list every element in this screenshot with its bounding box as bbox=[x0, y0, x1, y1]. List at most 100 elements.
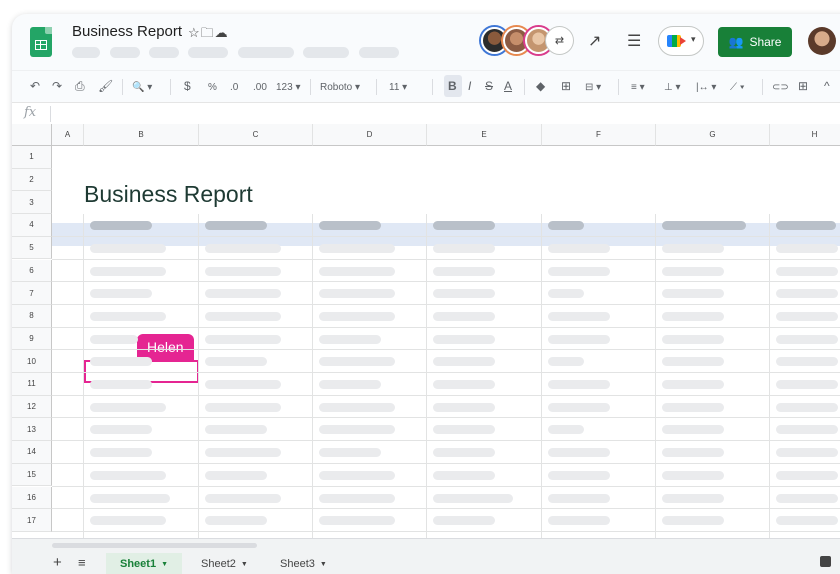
text-wrap-icon[interactable]: |↔ ▾ bbox=[696, 81, 716, 95]
select-all-corner[interactable] bbox=[12, 124, 52, 146]
redo-icon[interactable]: ↷ bbox=[52, 79, 62, 93]
spreadsheet-window: Business Report ☆🗀☁ ⇄ ↗ ☰ ▾ 👥 Share ↶ ↷ … bbox=[12, 14, 840, 574]
comments-icon[interactable]: ☰ bbox=[627, 34, 641, 50]
row-header-14[interactable]: 14 bbox=[12, 441, 52, 464]
toolbar-divider bbox=[376, 79, 377, 95]
print-icon[interactable]: ⎙ bbox=[75, 79, 85, 93]
text-rotate-icon[interactable]: ⟋ ▾ bbox=[730, 81, 745, 95]
document-title[interactable]: Business Report bbox=[72, 23, 182, 40]
meet-camera-icon bbox=[667, 35, 686, 47]
cell-placeholder bbox=[205, 380, 281, 389]
column-header-c[interactable]: C bbox=[199, 124, 313, 146]
sheets-logo-icon[interactable] bbox=[30, 27, 52, 57]
column-header-h[interactable]: H bbox=[770, 124, 840, 146]
star-move-cloud-icons[interactable]: ☆🗀☁ bbox=[188, 24, 229, 46]
menu-item-view[interactable] bbox=[149, 47, 179, 58]
row-header-15[interactable]: 15 bbox=[12, 463, 52, 487]
strikethrough-button[interactable]: S bbox=[485, 79, 493, 93]
menu-item-insert[interactable] bbox=[188, 47, 228, 58]
decrease-decimal-button[interactable]: .0 bbox=[230, 81, 238, 95]
formula-bar[interactable]: fx bbox=[12, 102, 840, 124]
all-sheets-icon[interactable]: ≡ bbox=[78, 555, 86, 570]
grid-row-line bbox=[52, 440, 840, 442]
header-cell-placeholder bbox=[90, 221, 152, 231]
zoom-select[interactable]: 🔍 ▾ bbox=[132, 81, 152, 95]
more-collaborators-icon[interactable]: ⇄ bbox=[546, 27, 573, 54]
toolbar-divider bbox=[170, 79, 171, 95]
font-family-select[interactable]: Roboto ▾ bbox=[320, 81, 360, 95]
cell-placeholder bbox=[90, 243, 166, 253]
undo-icon[interactable]: ↶ bbox=[30, 79, 40, 93]
cell-placeholder bbox=[776, 448, 838, 458]
grid-row-line bbox=[52, 349, 840, 351]
menu-item-tools[interactable] bbox=[359, 47, 399, 58]
add-sheet-icon[interactable]: + bbox=[53, 554, 62, 571]
row-header-11[interactable]: 11 bbox=[12, 373, 52, 396]
italic-button[interactable]: I bbox=[468, 79, 471, 93]
currency-format-button[interactable]: $ bbox=[184, 79, 191, 93]
sheet-tab[interactable]: Sheet3 ▼ bbox=[280, 553, 327, 574]
row-header-7[interactable]: 7 bbox=[12, 282, 52, 305]
cell-placeholder bbox=[662, 311, 724, 321]
horizontal-align-icon[interactable]: ≡ ▾ bbox=[631, 81, 645, 95]
explore-icon[interactable] bbox=[820, 556, 831, 567]
report-title[interactable]: Business Report bbox=[84, 181, 253, 208]
fill-color-icon[interactable]: ◆ bbox=[536, 79, 545, 93]
cell-placeholder bbox=[662, 402, 724, 412]
column-header-f[interactable]: F bbox=[542, 124, 656, 146]
share-button[interactable]: 👥 Share bbox=[718, 27, 792, 57]
row-header-1[interactable]: 1 bbox=[12, 146, 52, 169]
menu-item-data[interactable] bbox=[303, 47, 349, 58]
menu-item-format[interactable] bbox=[238, 47, 294, 58]
row-header-5[interactable]: 5 bbox=[12, 236, 52, 260]
menu-item-file[interactable] bbox=[72, 47, 100, 58]
sheet-tab[interactable]: Sheet1 ▼ bbox=[106, 553, 183, 574]
percent-format-button[interactable]: % bbox=[208, 81, 217, 95]
insert-link-icon[interactable]: ⊂⊃ bbox=[772, 81, 789, 95]
cell-placeholder bbox=[548, 357, 584, 367]
scrollbar-thumb[interactable] bbox=[52, 543, 257, 548]
share-label: Share bbox=[749, 35, 782, 49]
increase-decimal-button[interactable]: .00 bbox=[253, 81, 267, 95]
activity-trend-icon[interactable]: ↗ bbox=[588, 34, 601, 50]
font-size-select[interactable]: 11 ▾ bbox=[389, 81, 407, 95]
cell-placeholder bbox=[776, 266, 838, 276]
row-header-12[interactable]: 12 bbox=[12, 395, 52, 419]
row-header-10[interactable]: 10 bbox=[12, 350, 52, 373]
row-header-16[interactable]: 16 bbox=[12, 486, 52, 510]
cell-placeholder bbox=[433, 448, 495, 458]
horizontal-scrollbar[interactable] bbox=[52, 543, 802, 549]
column-header-e[interactable]: E bbox=[427, 124, 542, 146]
menu-item-edit[interactable] bbox=[110, 47, 140, 58]
borders-icon[interactable]: ⊞ bbox=[561, 79, 571, 93]
row-header-13[interactable]: 13 bbox=[12, 418, 52, 442]
paint-format-icon[interactable]: 🖌 bbox=[98, 79, 113, 93]
column-header-a[interactable]: A bbox=[52, 124, 84, 146]
collapse-toolbar-icon[interactable]: ^ bbox=[824, 79, 830, 93]
grid-row-line bbox=[52, 281, 840, 283]
number-format-select[interactable]: 123 ▾ bbox=[276, 81, 300, 95]
insert-comment-icon[interactable]: ⊞ bbox=[798, 79, 808, 93]
meet-button[interactable]: ▾ bbox=[658, 26, 704, 56]
column-header-g[interactable]: G bbox=[656, 124, 770, 146]
row-header-8[interactable]: 8 bbox=[12, 304, 52, 328]
column-header-b[interactable]: B bbox=[84, 124, 199, 146]
row-header-9[interactable]: 9 bbox=[12, 327, 52, 351]
bold-button[interactable]: B bbox=[448, 79, 457, 93]
row-header-3[interactable]: 3 bbox=[12, 191, 52, 215]
row-header-17[interactable]: 17 bbox=[12, 509, 52, 532]
column-header-d[interactable]: D bbox=[313, 124, 427, 146]
sheet-tab[interactable]: Sheet2 ▼ bbox=[201, 553, 248, 574]
merge-cells-icon[interactable]: ⊟ ▾ bbox=[585, 81, 601, 95]
cell-placeholder bbox=[662, 289, 724, 299]
spreadsheet-grid[interactable]: Business Report Helen ABCDEFGH1234567891… bbox=[12, 124, 840, 540]
cell-placeholder bbox=[662, 266, 724, 276]
row-header-4[interactable]: 4 bbox=[12, 214, 52, 237]
vertical-align-icon[interactable]: ⊥ ▾ bbox=[664, 81, 681, 95]
cell-placeholder bbox=[90, 311, 166, 321]
grid-row-line bbox=[52, 417, 840, 419]
account-avatar[interactable] bbox=[808, 27, 836, 55]
text-color-button[interactable]: A bbox=[504, 79, 512, 93]
row-header-2[interactable]: 2 bbox=[12, 168, 52, 192]
row-header-6[interactable]: 6 bbox=[12, 259, 52, 283]
